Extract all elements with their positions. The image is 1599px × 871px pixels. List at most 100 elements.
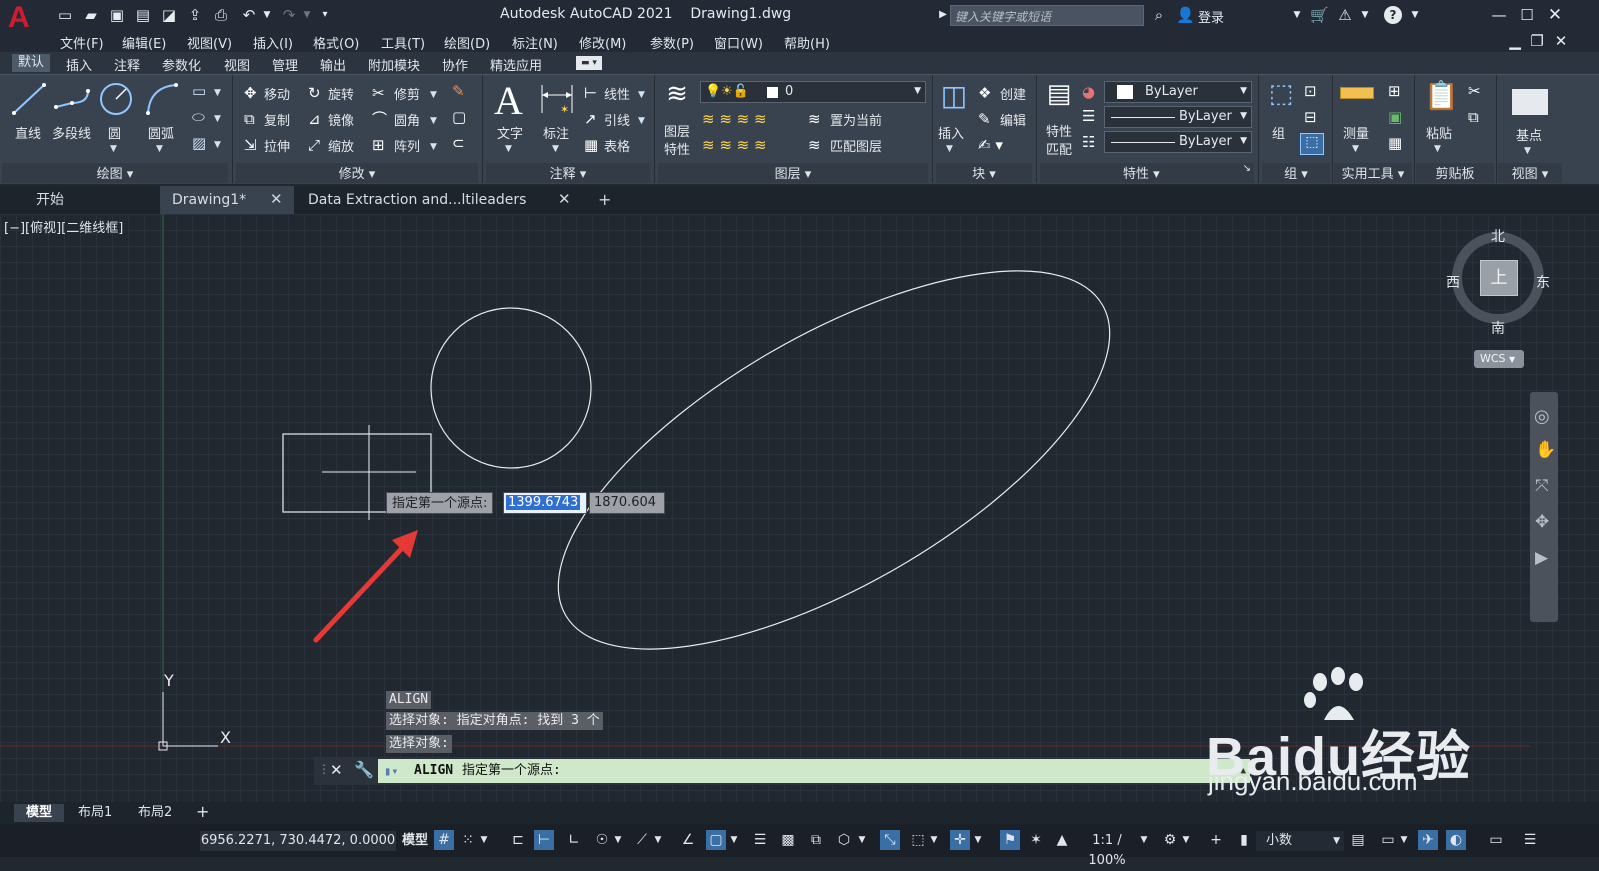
trim-dropdown-icon[interactable]: ▼ [430,87,437,103]
doc-tab-sample-close-icon[interactable]: ✕ [558,190,571,208]
linetype-icon[interactable]: ☷ [1082,134,1095,150]
orbit-icon[interactable]: ✥ [1535,512,1549,532]
model-space-button[interactable]: 模型 [400,831,430,851]
annotation-panel-title[interactable]: 注释 ▾ [486,163,650,183]
circle-dropdown-icon[interactable]: ▼ [110,141,117,157]
group-tool-2-icon[interactable]: ⊟ [1304,109,1317,125]
command-input[interactable]: ▮▾ ALIGN 指定第一个源点: ▲ [378,759,1250,783]
open-folder-icon[interactable]: ▰ [82,6,100,24]
save-icon[interactable]: ▣ [108,6,126,24]
workspace-gear-icon[interactable]: ⚙ [1160,830,1180,850]
paste-button[interactable]: 粘贴 [1426,123,1452,142]
annotation-scale-icon[interactable]: ▲ [1052,830,1072,850]
polyline-icon[interactable] [52,83,94,115]
group-tool-1-icon[interactable]: ⊡ [1304,83,1317,99]
match-properties-label-1[interactable]: 特性 [1046,121,1072,140]
new-file-icon[interactable]: ▭ [56,6,74,24]
create-block-button[interactable]: 创建 [1000,84,1026,103]
annotation-scale-readout[interactable]: 1:1 / 100% [1076,831,1138,868]
compass-east[interactable]: 东 [1536,272,1550,292]
erase-icon[interactable]: ✎ [452,83,465,99]
command-recent-icon[interactable]: ▮▾ [384,759,398,783]
close-icon[interactable]: ✕ [1546,6,1564,24]
menu-edit[interactable]: 编辑(E) [122,33,166,52]
object-snap-tracking-icon[interactable]: ∠ [678,830,698,850]
menu-modify[interactable]: 修改(M) [579,33,626,52]
offset-icon[interactable]: ⊂ [452,135,465,151]
paste-icon[interactable]: 📋 [1424,79,1459,115]
arc-icon[interactable] [142,81,182,117]
layer-tools-row1-icon[interactable]: ≋ ≋ ≋ ≋ [702,111,767,127]
doc-tab-sample[interactable]: Data Extraction and...ltileaders Sample* [296,186,586,236]
selection-cycling-icon[interactable]: ⧉ [806,830,826,850]
customize-icon[interactable]: ▾ [316,6,334,24]
zoom-extents-icon[interactable]: ⤧ [1535,476,1549,496]
arc-dropdown-icon[interactable]: ▼ [156,141,163,157]
lock-ui-icon[interactable]: ▭ [1378,830,1398,850]
copy-button[interactable]: 复制 [264,110,290,129]
undo-icon[interactable]: ↶ [240,6,258,24]
tab-annotate[interactable]: 注释 [114,55,140,74]
search-icon[interactable]: ⌕ [1150,6,1168,24]
explode-icon[interactable]: ▢ [452,109,466,125]
doc-restore-icon[interactable]: ❐ [1528,32,1546,50]
selection-filter-icon[interactable]: ⬚ [908,830,928,850]
transparency-icon[interactable]: ▩ [778,830,798,850]
undo-dropdown-icon[interactable]: ▼ [258,6,276,24]
layer-properties-label-1[interactable]: 图层 [664,121,690,140]
tab-home[interactable]: 默认 [12,54,51,72]
wcs-menu[interactable]: WCS ▼ [1474,350,1524,368]
command-line-grip-icon[interactable]: ⋮ [318,762,330,776]
cart-icon[interactable]: 🛒 [1310,6,1329,24]
3d-osnap-dropdown-icon[interactable]: ▼ [856,830,868,850]
color-dropdown[interactable]: ByLayer ▼ [1104,81,1252,103]
maximize-icon[interactable]: ☐ [1518,6,1536,24]
redo-dropdown-icon[interactable]: ▼ [298,6,316,24]
dynamic-input-x-field[interactable]: 1399.6743 [503,492,587,514]
help-dropdown-icon[interactable]: ▼ [1406,6,1424,24]
quick-select-icon[interactable]: ⊞ [1388,83,1401,99]
text-button[interactable]: 文字 [497,123,523,142]
insert-block-button[interactable]: 插入 [938,123,964,142]
color-wheel-icon[interactable]: ◕ [1082,84,1095,100]
gizmo-dropdown-icon[interactable]: ▼ [972,830,984,850]
clipboard-panel-title[interactable]: 剪贴板 [1416,163,1494,183]
block-panel-title[interactable]: 块 ▾ [936,163,1032,183]
match-properties-icon[interactable]: ▤ [1042,79,1076,113]
doc-tab-start[interactable]: 开始 [24,186,158,214]
insert-dropdown-icon[interactable]: ▼ [946,141,953,157]
paste-dropdown-icon[interactable]: ▼ [1434,141,1441,157]
auto-scale-icon[interactable]: ✶ [1026,830,1046,850]
add-layout-icon[interactable]: + [196,802,209,821]
edit-block-button[interactable]: 编辑 [1000,110,1026,129]
coordinates-readout[interactable]: 6956.2271, 730.4472, 0.0000 [200,831,396,851]
arc-button[interactable]: 圆弧 [148,123,174,142]
tab-addins[interactable]: 附加模块 [368,55,420,74]
redo-icon[interactable]: ↷ [280,6,298,24]
dynamic-ucs-icon[interactable]: ⤡ [880,830,900,850]
text-icon[interactable]: A [494,77,523,124]
annotation-scale-dropdown-icon[interactable]: ▼ [1138,830,1150,850]
doc-close-icon[interactable]: ✕ [1552,32,1570,50]
drawing-canvas[interactable]: [−][俯视][二维线框] Y X 指定第一个源点: 1399.6743 187… [0,214,1599,802]
groups-panel-title[interactable]: 组 ▾ [1262,163,1330,183]
object-snap-icon[interactable]: ▢ [706,830,726,850]
linetype-dropdown[interactable]: ByLayer ▼ [1104,131,1252,153]
hardware-acceleration-icon[interactable]: ◐ [1446,830,1466,850]
menu-draw[interactable]: 绘图(D) [444,33,490,52]
web-mobile-icon[interactable]: ◪ [160,6,178,24]
annotation-visibility-icon[interactable]: ⚑ [1000,830,1020,850]
linear-button[interactable]: 线性 [604,84,630,103]
menu-format[interactable]: 格式(O) [313,33,359,52]
menu-file[interactable]: 文件(F) [60,33,104,52]
autodesk-app-icon[interactable]: ⚠ [1336,6,1354,24]
menu-view[interactable]: 视图(V) [187,33,232,52]
infer-constraints-icon[interactable]: ⊏ [508,830,528,850]
3d-osnap-icon[interactable]: ⬡ [834,830,854,850]
modify-panel-title[interactable]: 修改 ▾ [236,163,478,183]
menu-help[interactable]: 帮助(H) [784,33,830,52]
move-button[interactable]: 移动 [264,84,290,103]
view-panel-title[interactable]: 视图 ▾ [1498,163,1562,183]
layer-properties-icon[interactable]: ≋ [660,79,694,113]
properties-panel-title[interactable]: 特性 ▾ ↘ [1040,163,1254,183]
